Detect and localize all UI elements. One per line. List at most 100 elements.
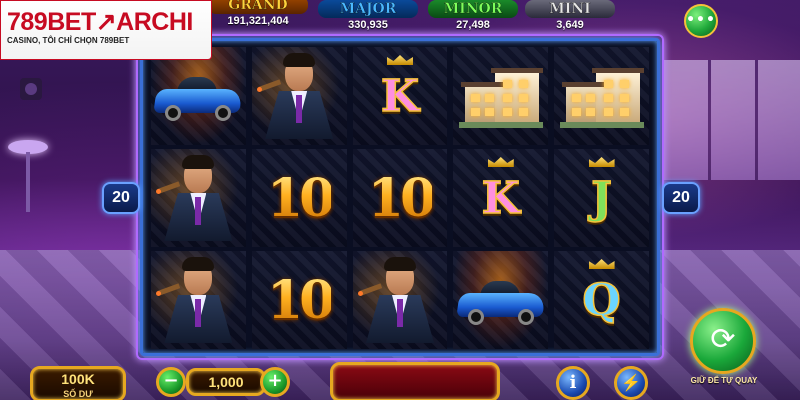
mansion-window	[585, 94, 595, 102]
symbol-label: 10	[367, 167, 436, 229]
symbol-mafia-man	[151, 251, 246, 349]
jackpot-minor: MINOR 27,498	[428, 0, 518, 36]
balance-display: 100K SỐ DƯ	[30, 366, 126, 400]
man-cigar	[359, 283, 383, 296]
jackpot-major: MAJOR 330,935	[318, 0, 418, 36]
mansion-window	[571, 108, 581, 116]
reel-column-1	[151, 47, 246, 349]
symbol-mafia-man	[151, 149, 246, 247]
jackpot-grand-value: 191,321,404	[227, 15, 289, 27]
info-icon: i	[569, 372, 577, 393]
mansion-roof	[591, 68, 644, 73]
symbol-label: K	[380, 70, 420, 123]
info-button[interactable]: i	[556, 366, 590, 400]
man-hair	[182, 155, 215, 169]
mansion-window	[571, 94, 581, 102]
jackpot-major-value: 330,935	[348, 19, 388, 31]
jackpot-minor-label: MINOR	[428, 0, 518, 18]
balance-value: 100K	[61, 371, 95, 387]
symbol-mafia-man	[352, 251, 448, 349]
mansion-window	[484, 94, 494, 102]
reel-column-4: K	[453, 47, 549, 349]
win-display-panel	[330, 362, 500, 400]
symbol-label: K	[481, 172, 521, 225]
symbol-mansion	[554, 47, 649, 145]
crown-icon	[386, 55, 413, 65]
man-icon	[156, 257, 238, 343]
mansion-window	[603, 80, 613, 88]
car-wheel	[215, 105, 232, 121]
auto-spin-label: GIỮ ĐỂ TỰ QUAY	[690, 376, 758, 385]
minus-icon: −	[163, 370, 179, 391]
mansion-window	[585, 108, 595, 116]
symbol-label: Q	[582, 274, 622, 327]
plus-icon: +	[267, 370, 283, 391]
jackpot-grand-label: GRAND	[208, 0, 308, 14]
brand-name: 789BET↗ARCHI	[7, 9, 211, 35]
mansion-window	[484, 108, 494, 116]
jackpot-mini-label: MINI	[525, 0, 615, 18]
man-tie	[296, 95, 303, 123]
mansion-block	[494, 72, 539, 124]
lightning-icon: ⚡	[621, 373, 641, 392]
mansion-block	[595, 72, 640, 124]
man-icon	[156, 155, 238, 241]
mansion-window	[470, 94, 480, 102]
mansion-roof	[460, 82, 509, 87]
symbol-mansion	[453, 47, 549, 145]
background-speaker	[20, 78, 42, 100]
mansion-icon	[458, 64, 543, 128]
balance-label: SỐ DƯ	[63, 389, 93, 399]
mansion-lawn	[458, 122, 543, 128]
decrease-bet-button[interactable]: −	[156, 367, 186, 397]
car-wheel	[467, 309, 484, 325]
spin-button[interactable]: ⟳	[690, 308, 756, 374]
jackpot-grand: GRAND 191,321,404	[208, 0, 308, 36]
mansion-window	[603, 94, 613, 102]
mansion-window	[502, 94, 512, 102]
mansion-roof	[561, 82, 610, 87]
increase-bet-button[interactable]: +	[260, 367, 290, 397]
symbol-sports-car	[151, 47, 246, 145]
mansion-window	[619, 108, 629, 116]
mansion-window	[502, 80, 512, 88]
reel-column-5: JQ	[554, 47, 649, 349]
reel-frame: 10 10 K 10 K J Q	[136, 34, 664, 360]
symbol-10: 10	[251, 149, 347, 247]
man-cigar	[158, 181, 181, 194]
brand-logo: 789BET↗ARCHI CASINO, TÔI CHỈ CHỌN 789BET	[0, 0, 212, 60]
man-cigar-tip	[156, 291, 162, 296]
man-hair	[283, 53, 316, 67]
man-icon	[357, 257, 440, 343]
bet-amount-display: 1,000	[186, 368, 266, 396]
man-hair	[383, 257, 416, 271]
ellipsis-icon: •••	[686, 12, 716, 28]
symbol-10: 10	[251, 251, 347, 349]
crown-icon	[588, 157, 615, 167]
man-tie	[195, 197, 202, 225]
mansion-window	[518, 94, 528, 102]
mansion-icon	[559, 64, 644, 128]
symbol-label: J	[590, 172, 612, 225]
man-cigar	[258, 79, 282, 92]
mansion-window	[502, 108, 512, 116]
mansion-window	[619, 80, 629, 88]
paylines-right: 20	[662, 182, 700, 214]
symbol-q: Q	[554, 251, 649, 349]
jackpot-major-label: MAJOR	[318, 0, 418, 18]
bet-amount-value: 1,000	[208, 374, 244, 390]
symbol-j: J	[554, 149, 649, 247]
background-stool-leg	[26, 152, 30, 212]
turbo-button[interactable]: ⚡	[614, 366, 648, 400]
background-window	[660, 60, 800, 180]
jackpot-minor-value: 27,498	[456, 19, 490, 31]
brand-suffix-text: ARCHI	[116, 8, 193, 36]
man-cigar-tip	[357, 291, 363, 296]
man-tie	[195, 299, 202, 327]
symbol-label: 10	[267, 269, 335, 331]
car-icon	[456, 275, 546, 325]
symbol-mafia-man	[251, 47, 347, 145]
menu-button[interactable]: •••	[684, 4, 718, 38]
jackpot-mini: MINI 3,649	[525, 0, 615, 36]
crown-icon	[487, 157, 514, 167]
